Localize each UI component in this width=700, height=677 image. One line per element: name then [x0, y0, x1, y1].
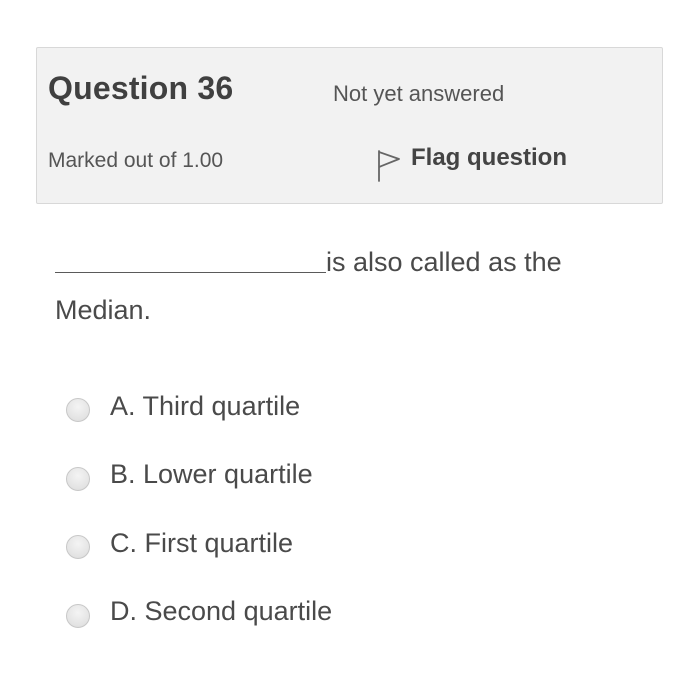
answer-option-c[interactable]: C. First quartile [66, 509, 332, 578]
question-number: Question 36 [48, 70, 234, 106]
flag-question-link[interactable]: Flag question [373, 144, 567, 182]
question-info-box: Question 36 Not yet answered Marked out … [36, 47, 663, 204]
radio-button[interactable] [66, 398, 90, 423]
answer-options: A. Third quartile B. Lower quartile C. F… [66, 372, 332, 646]
answer-option-d[interactable]: D. Second quartile [66, 578, 332, 647]
question-grade: Marked out of 1.00 [48, 149, 224, 172]
flag-question-label: Flag question [411, 144, 567, 171]
answer-label: B. Lower quartile [110, 459, 313, 490]
answer-label: D. Second quartile [110, 596, 333, 627]
answer-blank [55, 242, 326, 273]
radio-button[interactable] [66, 466, 90, 491]
question-text: is also called as the Median. [55, 238, 655, 334]
answer-label: A. Third quartile [110, 390, 301, 421]
question-state: Not yet answered [333, 81, 505, 106]
radio-button[interactable] [66, 603, 90, 628]
answer-option-a[interactable]: A. Third quartile [66, 372, 332, 441]
answer-option-b[interactable]: B. Lower quartile [66, 441, 332, 510]
radio-button[interactable] [66, 535, 90, 560]
answer-label: C. First quartile [110, 527, 294, 558]
flag-outline-icon [378, 150, 400, 182]
